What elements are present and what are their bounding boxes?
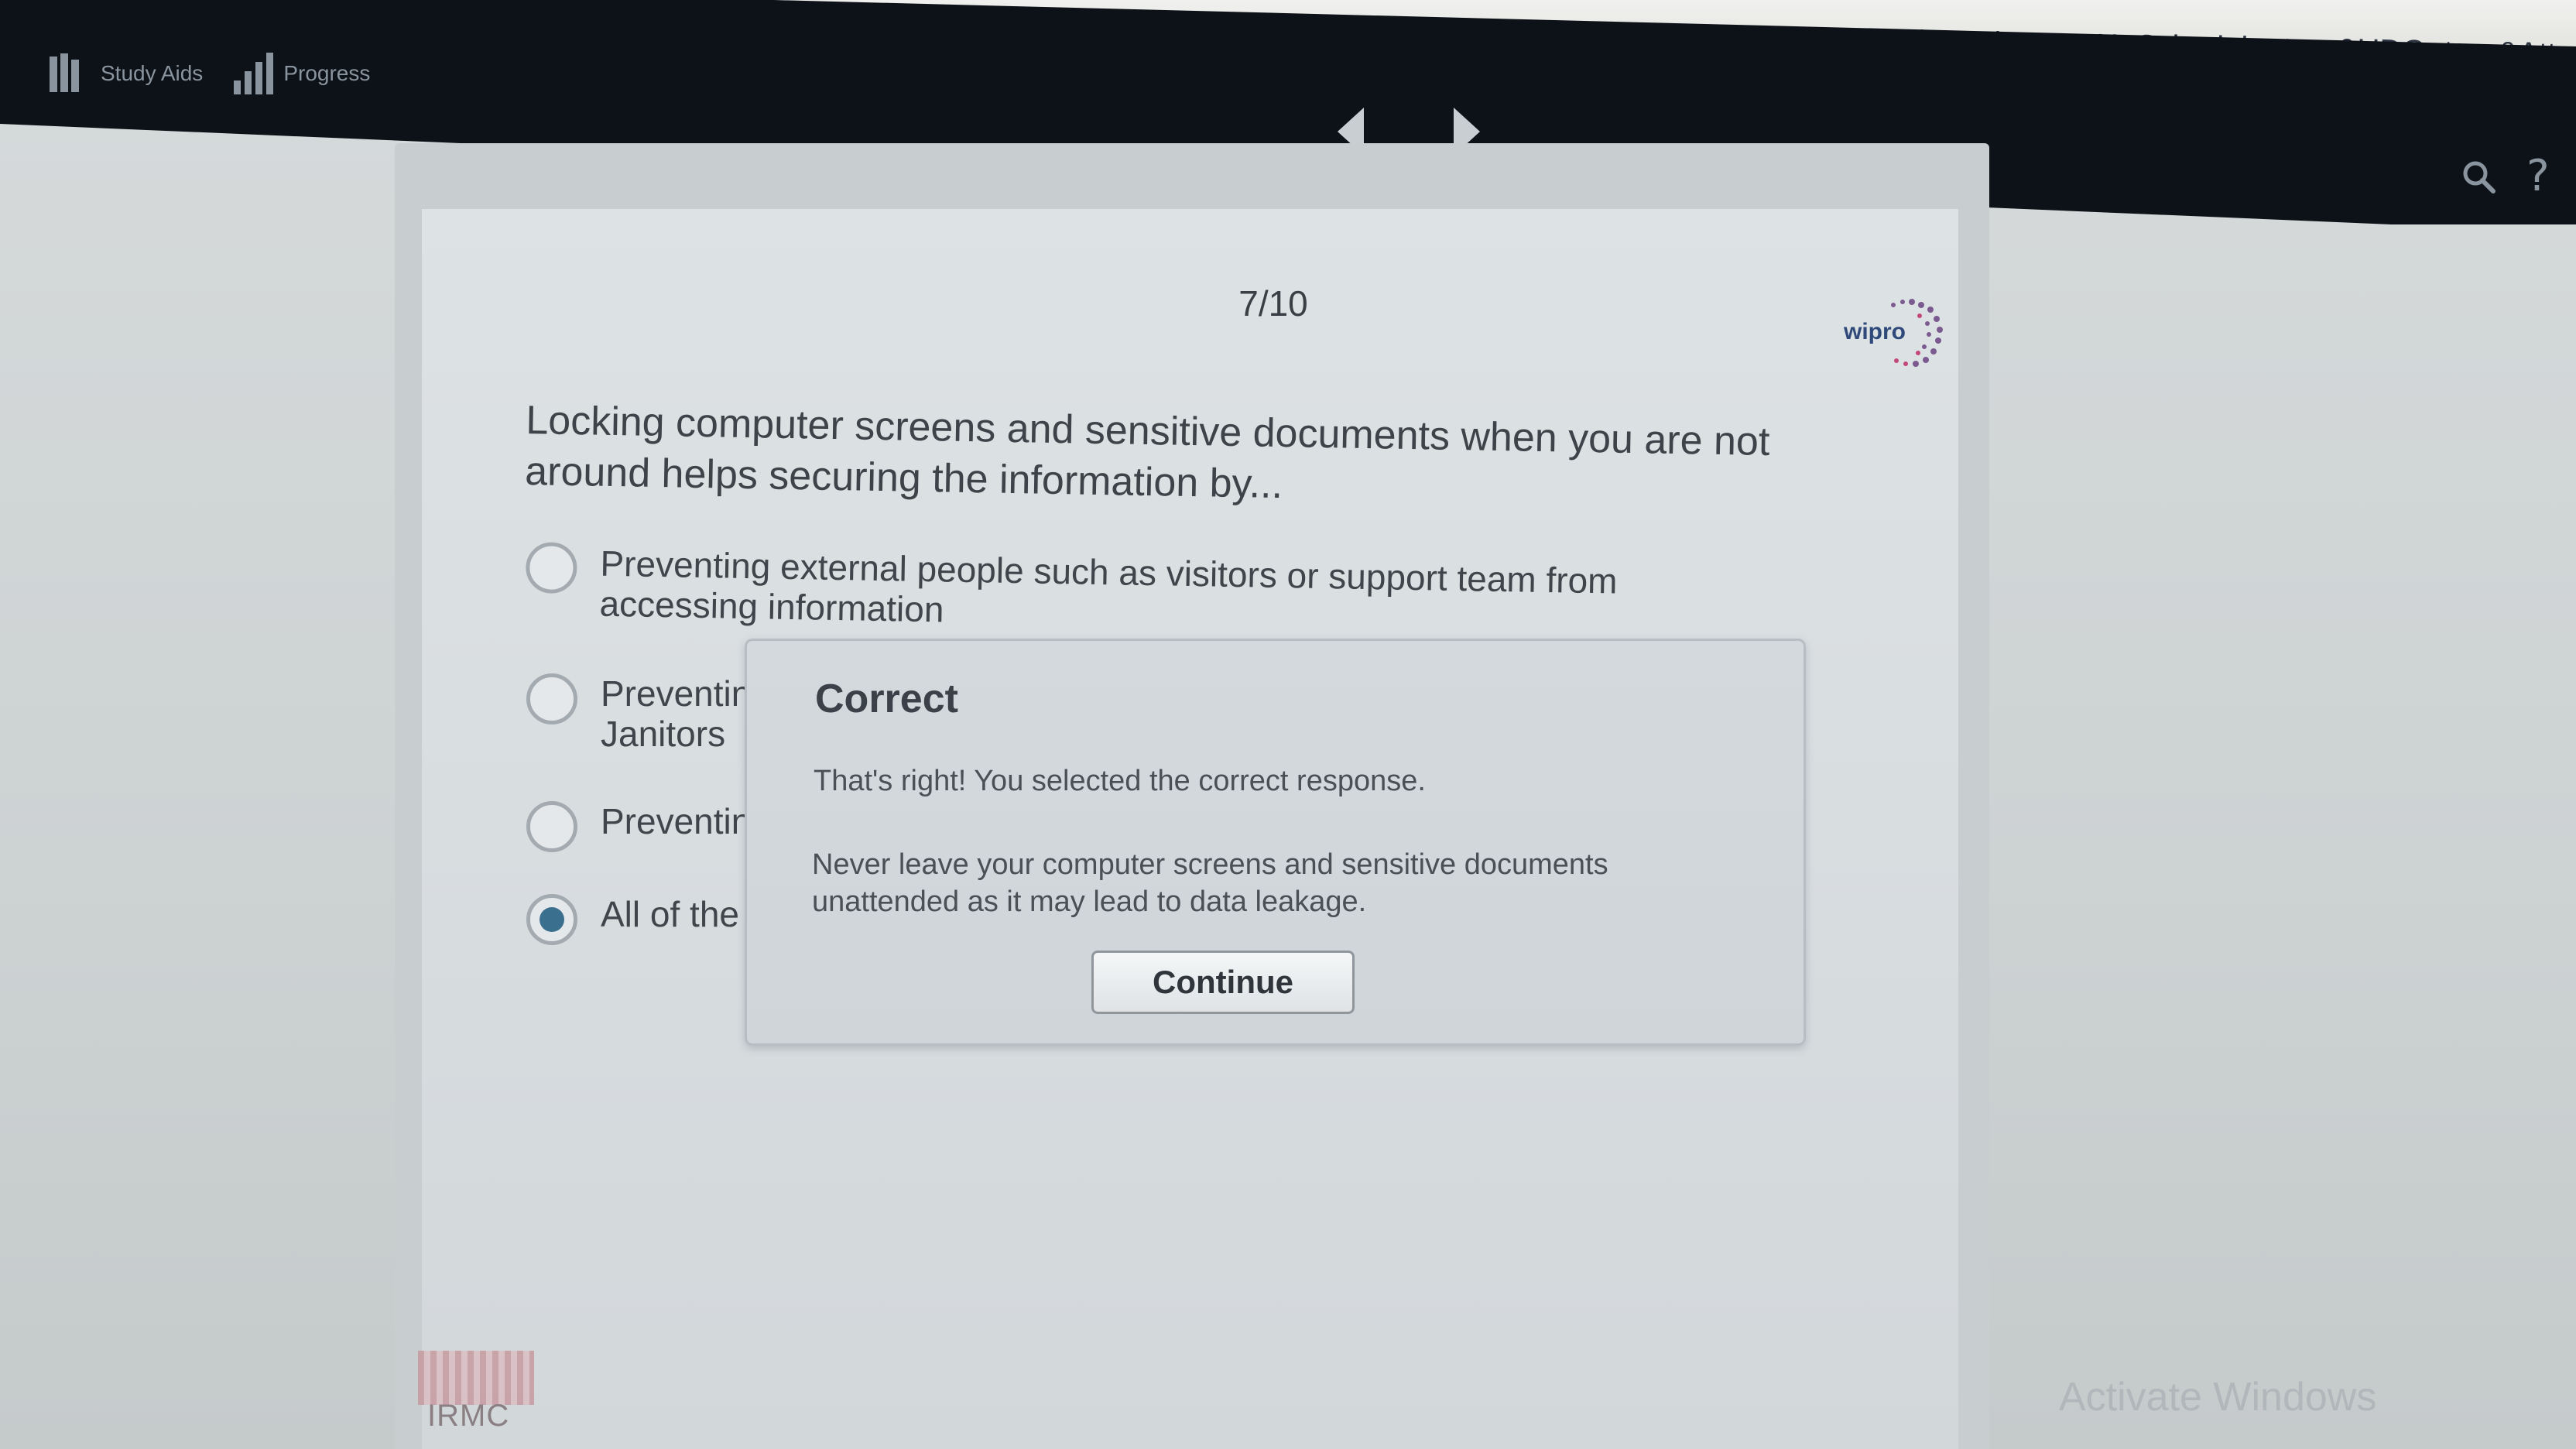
feedback-message: That's right! You selected the correct r… [814,765,1426,797]
option-label: Preventing [601,801,748,841]
progress-button[interactable]: Progress [234,53,370,94]
screen: Course.aspx?PackageViewId=E18B7DC1-F872-… [0,0,2576,1449]
answer-option-4[interactable]: All of the [526,894,748,945]
answer-option-3[interactable]: Preventing [526,801,748,852]
radio-button-selected[interactable] [526,894,577,945]
answer-option-2[interactable]: Preventing Janitors [526,673,748,759]
toolbar-right: ? [2461,151,2550,201]
radio-button[interactable] [525,542,577,594]
feedback-title: Correct [815,677,958,721]
feedback-dialog: Correct That's right! You selected the c… [745,639,1806,1046]
study-aids-icon [46,50,93,97]
windows-activation-watermark: Activate Windows [2059,1375,2377,1420]
progress-icon [234,53,276,94]
option-label: All of the [601,894,739,934]
wipro-logo: wipro [1843,299,1943,367]
irmc-logo: IRMC [418,1351,534,1436]
toolbar-left: Study Aids Progress [46,31,449,116]
logo-text: wipro [1843,319,1906,344]
radio-button[interactable] [526,801,577,852]
study-aids-button[interactable]: Study Aids [46,50,203,97]
feedback-explanation: Never leave your computer screens and se… [812,848,1608,918]
progress-label: Progress [283,61,371,85]
study-aids-label: Study Aids [101,61,204,85]
radio-button[interactable] [526,673,577,724]
irmc-label: IRMC [427,1399,510,1433]
continue-button[interactable]: Continue [1091,951,1355,1014]
irmc-logo-mark [418,1351,534,1405]
question-counter: 7/10 [1238,283,1308,324]
option-label: Preventing Janitors [601,673,748,754]
search-icon[interactable] [2461,159,2496,194]
help-icon[interactable]: ? [2526,151,2550,201]
